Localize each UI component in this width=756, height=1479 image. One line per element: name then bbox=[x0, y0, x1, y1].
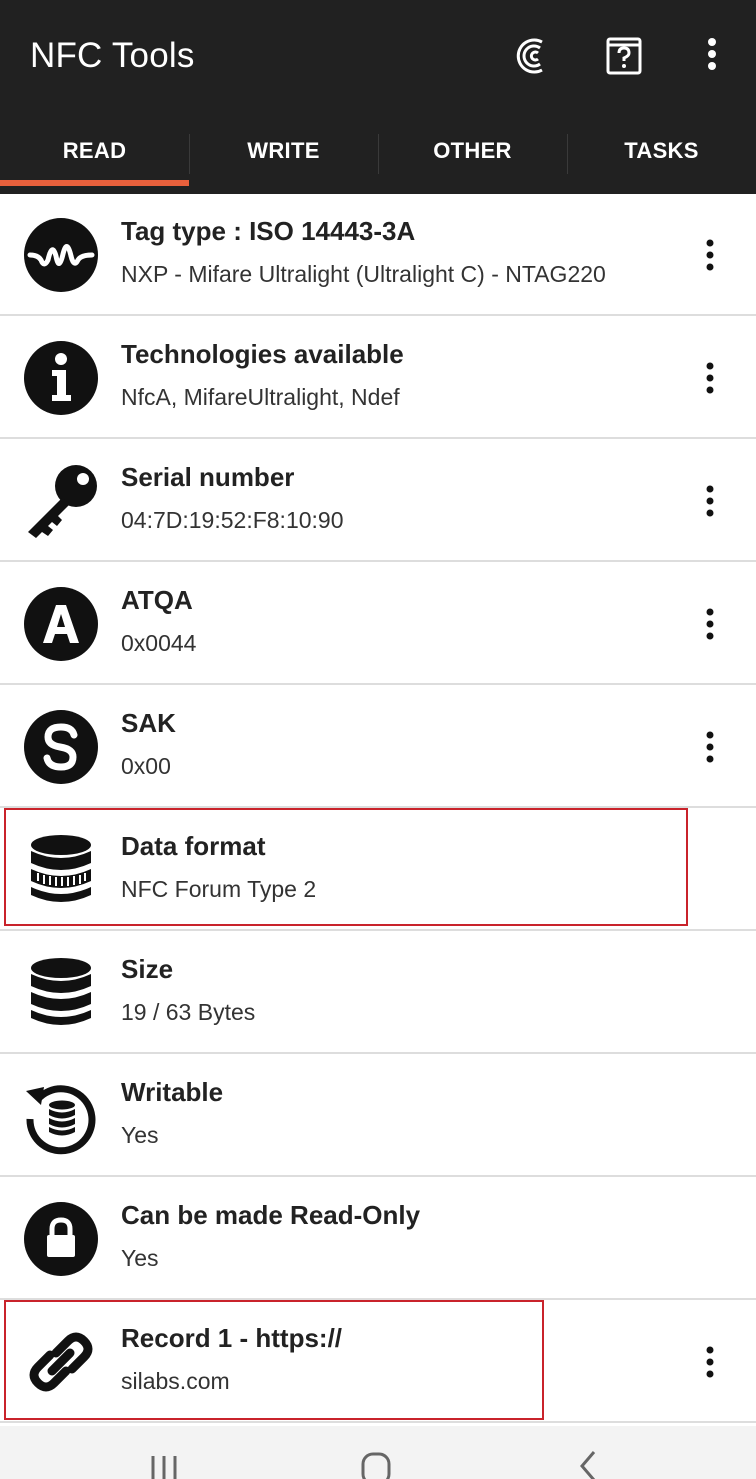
list-item-writable[interactable]: Writable Yes bbox=[0, 1055, 756, 1177]
row-title: Writable bbox=[121, 1077, 224, 1107]
rewrite-database-icon bbox=[26, 1085, 96, 1155]
lock-icon bbox=[24, 1202, 98, 1276]
row-title: Data format bbox=[121, 831, 266, 861]
tab-tasks[interactable]: TASKS bbox=[567, 114, 756, 188]
tab-other[interactable]: OTHER bbox=[378, 114, 567, 188]
system-nav-bar bbox=[0, 1426, 756, 1479]
row-title: Size bbox=[121, 954, 174, 984]
help-book-icon[interactable] bbox=[602, 34, 646, 78]
list-item-size[interactable]: Size 19 / 63 Bytes bbox=[0, 932, 756, 1054]
app-bar: NFC Tools READ WRITE OTHER TASKS bbox=[0, 0, 756, 194]
row-value: NFC Forum Type 2 bbox=[121, 876, 317, 902]
row-title: Can be made Read-Only bbox=[121, 1200, 421, 1230]
list-item-tag-type[interactable]: Tag type : ISO 14443-3A NXP - Mifare Ult… bbox=[0, 194, 756, 316]
letter-s-icon bbox=[24, 710, 98, 784]
row-value: Yes bbox=[121, 1245, 159, 1271]
row-title: ATQA bbox=[121, 585, 193, 615]
pro-version-icon[interactable] bbox=[512, 34, 556, 78]
row-title: Serial number bbox=[121, 462, 295, 492]
row-value: 04:7D:19:52:F8:10:90 bbox=[121, 507, 344, 533]
info-icon bbox=[24, 341, 98, 415]
tab-write[interactable]: WRITE bbox=[189, 114, 378, 188]
row-menu-icon[interactable] bbox=[696, 238, 724, 272]
row-title: SAK bbox=[121, 708, 176, 738]
list-item-read-only[interactable]: Can be made Read-Only Yes bbox=[0, 1178, 756, 1300]
row-title: Tag type : ISO 14443-3A bbox=[121, 216, 416, 246]
row-menu-icon[interactable] bbox=[696, 361, 724, 395]
row-title: Technologies available bbox=[121, 339, 404, 369]
row-menu-icon[interactable] bbox=[696, 730, 724, 764]
row-value: 19 / 63 Bytes bbox=[121, 999, 256, 1025]
overflow-menu-icon[interactable] bbox=[690, 34, 734, 78]
row-menu-icon[interactable] bbox=[696, 607, 724, 641]
row-value: NfcA, MifareUltralight, Ndef bbox=[121, 384, 400, 410]
recent-apps-icon[interactable] bbox=[145, 1448, 185, 1479]
list-item-atqa[interactable]: ATQA 0x0044 bbox=[0, 563, 756, 685]
row-value: NXP - Mifare Ultralight (Ultralight C) -… bbox=[121, 261, 606, 287]
list-item-technologies[interactable]: Technologies available NfcA, MifareUltra… bbox=[0, 317, 756, 439]
row-value: 0x00 bbox=[121, 753, 171, 779]
app-title: NFC Tools bbox=[30, 36, 195, 75]
row-menu-icon[interactable] bbox=[696, 484, 724, 518]
waveform-icon bbox=[24, 218, 98, 292]
back-icon[interactable] bbox=[568, 1448, 608, 1479]
tab-read[interactable]: READ bbox=[0, 114, 189, 188]
row-value: Yes bbox=[121, 1122, 159, 1148]
list-item-record-1[interactable]: Record 1 - https:// silabs.com bbox=[0, 1301, 756, 1423]
row-menu-icon[interactable] bbox=[696, 1345, 724, 1379]
row-value: silabs.com bbox=[121, 1368, 230, 1394]
database-striped-icon bbox=[31, 835, 91, 902]
key-icon bbox=[28, 465, 97, 538]
list-item-data-format[interactable]: Data format NFC Forum Type 2 bbox=[0, 809, 756, 931]
home-icon[interactable] bbox=[356, 1448, 396, 1479]
database-icon bbox=[31, 958, 91, 1025]
row-value: 0x0044 bbox=[121, 630, 197, 656]
tab-bar: READ WRITE OTHER TASKS bbox=[0, 114, 756, 194]
list-item-serial-number[interactable]: Serial number 04:7D:19:52:F8:10:90 bbox=[0, 440, 756, 562]
row-title: Record 1 - https:// bbox=[121, 1323, 343, 1353]
letter-a-icon bbox=[24, 587, 98, 661]
list-item-sak[interactable]: SAK 0x00 bbox=[0, 686, 756, 808]
selected-tab-indicator bbox=[0, 180, 189, 186]
link-icon bbox=[29, 1332, 93, 1392]
